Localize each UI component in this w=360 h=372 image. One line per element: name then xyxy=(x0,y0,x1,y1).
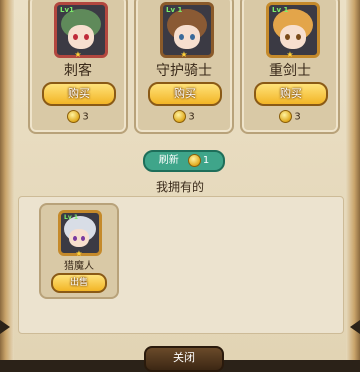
eye-left xyxy=(73,236,77,241)
refresh-cost: 1 xyxy=(202,155,210,166)
price-label: 3 xyxy=(242,110,338,123)
face-shape xyxy=(280,25,306,49)
buy-button[interactable]: 购买 xyxy=(254,82,328,106)
coin-icon xyxy=(187,153,201,167)
character-name: 猎魔人 xyxy=(64,261,94,272)
price-label: 3 xyxy=(136,110,232,123)
star-rating: ★ xyxy=(74,50,82,59)
face-shape xyxy=(174,25,200,49)
level-badge: Lv1 xyxy=(60,6,74,14)
coin-icon xyxy=(67,110,81,123)
star-rating: ★ xyxy=(75,249,83,258)
frame-spike-right xyxy=(350,320,360,334)
eye-left xyxy=(285,34,290,40)
owned-card-demon-hunter[interactable]: Lv 1 ★ 猎魔人 出售 xyxy=(39,203,119,299)
level-badge: Lv 1 xyxy=(64,214,78,221)
price-label: 3 xyxy=(30,110,126,123)
face-shape xyxy=(69,229,89,247)
close-button[interactable]: 关闭 xyxy=(144,346,224,372)
price-value: 3 xyxy=(188,111,195,123)
price-value: 3 xyxy=(294,111,301,123)
character-name: 守护骑士 xyxy=(156,63,212,79)
eye-right xyxy=(296,34,301,40)
face-shape xyxy=(68,25,94,49)
buy-button[interactable]: 购买 xyxy=(148,82,222,106)
character-name: 刺客 xyxy=(64,63,92,79)
level-badge: Lv 1 xyxy=(166,6,183,14)
refresh-button[interactable]: 刷新 1 xyxy=(143,150,225,172)
shop-card-heavy-swordsman[interactable]: Lv 1 ★ 重剑士 购买 3 xyxy=(240,0,340,134)
shop-card-guardian-knight[interactable]: Lv 1 ★ 守护骑士 购买 3 xyxy=(134,0,234,134)
character-name: 重剑士 xyxy=(269,63,311,79)
owned-panel: Lv 1 ★ 猎魔人 出售 xyxy=(18,196,344,334)
coin-icon xyxy=(173,110,187,123)
sell-button[interactable]: 出售 xyxy=(51,273,107,293)
star-rating: ★ xyxy=(286,50,294,59)
eye-right xyxy=(190,34,195,40)
shop-card-assassin[interactable]: Lv1 ★ 刺客 购买 3 xyxy=(28,0,128,134)
eye-right xyxy=(81,236,85,241)
refresh-label: 刷新 xyxy=(158,155,179,166)
buy-button[interactable]: 购买 xyxy=(42,82,116,106)
coin-icon xyxy=(279,110,293,123)
eye-left xyxy=(179,34,184,40)
shop-panel: Lv1 ★ 刺客 购买 3 Lv 1 ★ 守护骑士 购买 3 Lv 1 ★ 重剑… xyxy=(0,0,360,372)
eye-right xyxy=(84,34,89,40)
eye-left xyxy=(73,34,78,40)
star-rating: ★ xyxy=(180,50,188,59)
owned-section-title: 我拥有的 xyxy=(155,180,204,194)
level-badge: Lv 1 xyxy=(272,6,289,14)
price-value: 3 xyxy=(82,111,89,123)
frame-spike-left xyxy=(0,320,10,334)
